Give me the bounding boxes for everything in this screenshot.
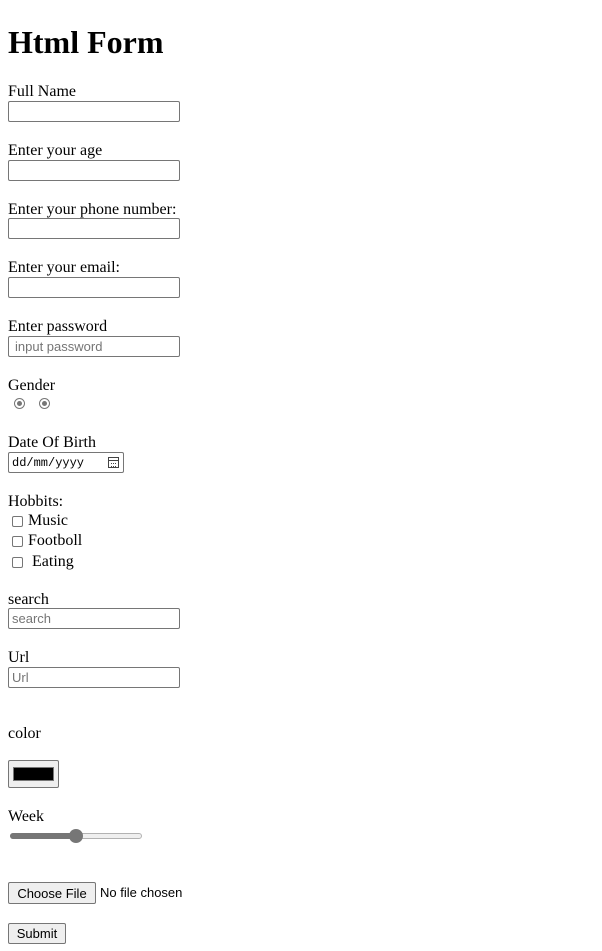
file-status: No file chosen (100, 885, 183, 900)
phone-label: Enter your phone number: (8, 201, 177, 218)
gender-radio-2[interactable] (39, 398, 50, 409)
email-input[interactable] (8, 277, 180, 298)
slider-thumb[interactable] (69, 829, 83, 843)
password-input[interactable]: input password (8, 336, 180, 357)
hobby-item-eating: Eating (12, 553, 74, 571)
hobby-item-music: Music (12, 512, 68, 530)
slider-fill (10, 833, 76, 839)
hobby-label-football: Footboll (28, 532, 83, 549)
full-name-label: Full Name (8, 83, 76, 100)
gender-radio-1[interactable] (14, 398, 25, 409)
hobby-item-football: Footboll (12, 532, 82, 550)
color-picker[interactable] (8, 760, 59, 788)
dob-label: Date Of Birth (8, 434, 96, 451)
search-input[interactable]: search (8, 608, 180, 629)
hobby-label-eating: Eating (28, 553, 74, 570)
week-range-slider[interactable] (10, 828, 142, 844)
color-swatch (13, 767, 54, 781)
calendar-icon[interactable] (108, 457, 119, 468)
choose-file-button[interactable]: Choose File (8, 882, 96, 904)
page-title: Html Form (8, 24, 164, 60)
dob-placeholder: dd/mm/yyyy (12, 455, 85, 470)
color-label: color (8, 725, 41, 742)
submit-button[interactable]: Submit (8, 923, 66, 944)
radio-dot (17, 401, 22, 406)
age-label: Enter your age (8, 142, 103, 159)
search-label: search (8, 591, 49, 608)
hobbies-label: Hobbits: (8, 493, 64, 510)
hobby-checkbox-football[interactable] (12, 535, 23, 547)
gender-label: Gender (8, 377, 56, 394)
url-label: Url (8, 649, 30, 666)
email-label: Enter your email: (8, 259, 120, 276)
password-label: Enter password (8, 318, 108, 335)
url-input[interactable]: Url (8, 667, 180, 688)
full-name-input[interactable] (8, 101, 180, 122)
radio-dot (42, 401, 47, 406)
phone-input[interactable] (8, 218, 180, 239)
age-input[interactable] (8, 160, 180, 181)
hobby-checkbox-music[interactable] (12, 515, 23, 527)
dob-input[interactable]: dd/mm/yyyy (8, 452, 124, 473)
hobby-label-music: Music (28, 512, 68, 529)
week-label: Week (8, 808, 45, 825)
hobby-checkbox-eating[interactable] (12, 556, 23, 568)
